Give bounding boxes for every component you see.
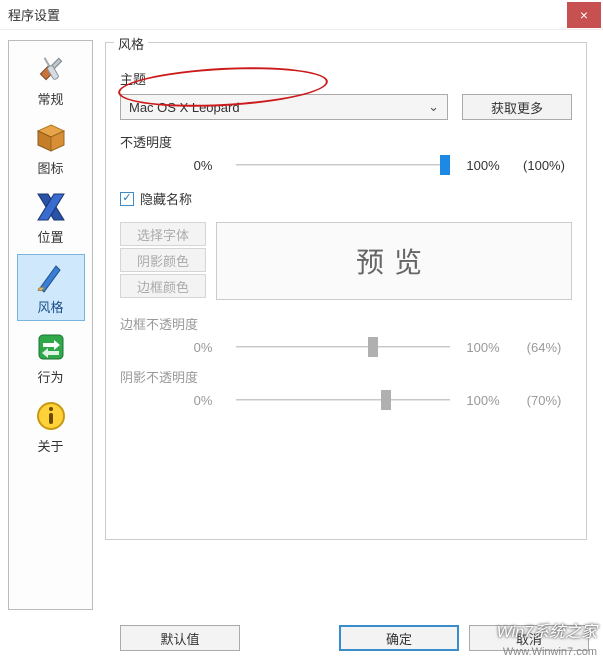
border-color-button: 边框颜色 [120, 274, 206, 298]
shadow-opacity-min: 0% [180, 393, 226, 408]
sidebar-item-behavior[interactable]: 行为 [17, 325, 85, 390]
style-groupbox: 风格 主题 Mac OS X Leopard ⌄ 获取更多 不透明度 0% [105, 42, 587, 540]
window-title: 程序设置 [8, 5, 60, 24]
sidebar-item-about[interactable]: 关于 [17, 394, 85, 459]
sidebar: 常规 图标 位置 [8, 40, 93, 610]
border-opacity-max: 100% [460, 340, 506, 355]
sidebar-item-label: 风格 [37, 297, 63, 316]
shadow-color-button: 阴影颜色 [120, 248, 206, 272]
theme-dropdown[interactable]: Mac OS X Leopard ⌄ [120, 94, 448, 120]
shadow-opacity-max: 100% [460, 393, 506, 408]
chevron-down-icon: ⌄ [428, 99, 439, 115]
ok-button[interactable]: 确定 [339, 625, 459, 651]
shadow-opacity-label: 阴影不透明度 [120, 367, 572, 386]
sidebar-item-general[interactable]: 常规 [17, 47, 85, 112]
cancel-button[interactable]: 取消 [469, 625, 589, 651]
main-panel: 风格 主题 Mac OS X Leopard ⌄ 获取更多 不透明度 0% [101, 30, 603, 620]
border-opacity-value: (64%) [516, 340, 572, 355]
tools-icon [33, 51, 69, 87]
swap-icon [33, 329, 69, 365]
sidebar-item-label: 常规 [37, 89, 63, 108]
defaults-button[interactable]: 默认值 [120, 625, 240, 651]
sidebar-item-position[interactable]: 位置 [17, 185, 85, 250]
sidebar-item-style[interactable]: 风格 [17, 254, 85, 321]
opacity-slider[interactable] [236, 157, 450, 173]
shadow-opacity-slider [236, 392, 450, 408]
opacity-max: 100% [460, 158, 506, 173]
sidebar-item-label: 位置 [37, 227, 63, 246]
sidebar-item-icons[interactable]: 图标 [17, 116, 85, 181]
brush-icon [33, 259, 69, 295]
info-icon [33, 398, 69, 434]
shadow-opacity-value: (70%) [516, 393, 572, 408]
hide-name-checkbox-row[interactable]: ✓ 隐藏名称 [120, 189, 572, 208]
box-icon [33, 120, 69, 156]
opacity-min: 0% [180, 158, 226, 173]
border-opacity-min: 0% [180, 340, 226, 355]
close-button[interactable]: × [567, 2, 601, 28]
opacity-label: 不透明度 [120, 132, 572, 151]
border-opacity-label: 边框不透明度 [120, 314, 572, 333]
theme-label: 主题 [120, 69, 572, 88]
get-more-button[interactable]: 获取更多 [462, 94, 572, 120]
sidebar-item-label: 行为 [37, 367, 63, 386]
border-opacity-slider [236, 339, 450, 355]
opacity-value: (100%) [516, 158, 572, 173]
hide-name-label: 隐藏名称 [140, 189, 192, 208]
hide-name-checkbox[interactable]: ✓ [120, 192, 134, 206]
preview-box: 预览 [216, 222, 572, 300]
groupbox-title: 风格 [114, 34, 148, 53]
footer: 默认值 确定 取消 [0, 620, 603, 656]
sidebar-item-label: 图标 [37, 158, 63, 177]
choose-font-button: 选择字体 [120, 222, 206, 246]
sidebar-item-label: 关于 [37, 436, 63, 455]
position-icon [33, 189, 69, 225]
theme-selected-value: Mac OS X Leopard [129, 100, 240, 115]
